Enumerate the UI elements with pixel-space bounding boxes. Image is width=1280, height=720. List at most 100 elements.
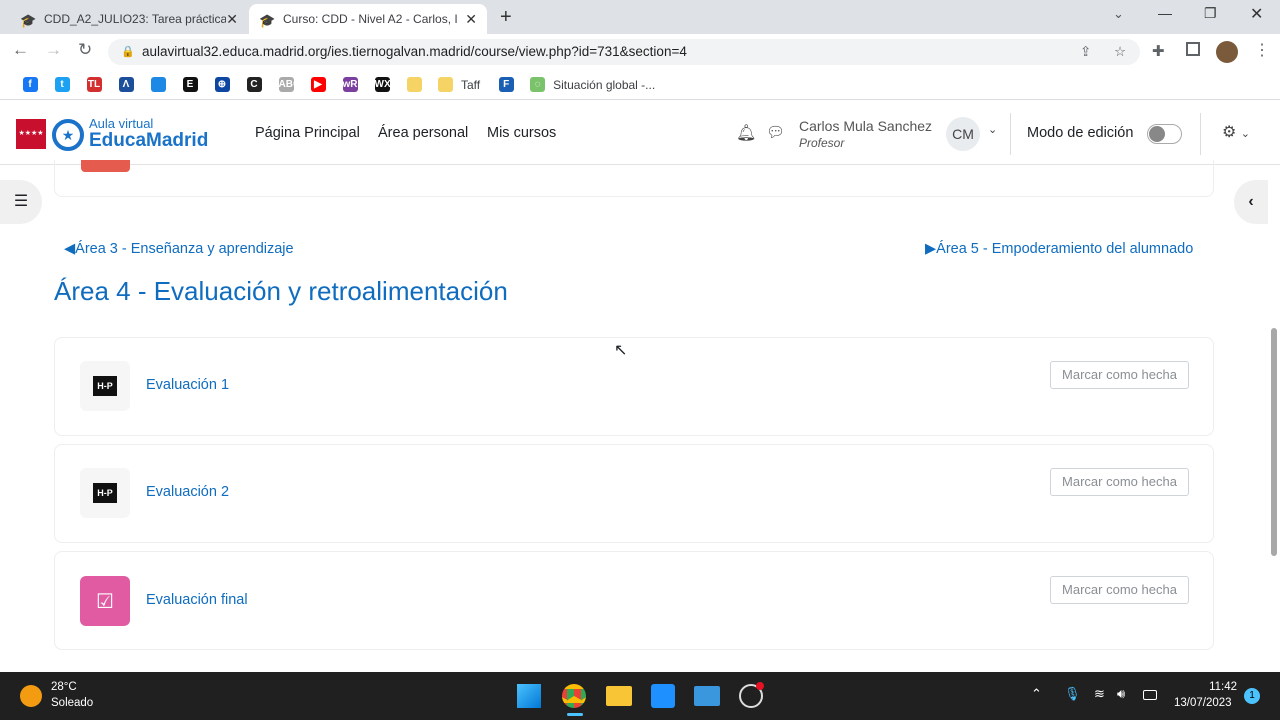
bookmark-item[interactable]: ABC: [270, 77, 302, 93]
menu-icon[interactable]: ⋮: [1254, 40, 1270, 60]
bookmark-item[interactable]: wR: [334, 77, 366, 93]
volume-icon[interactable]: 🔊︎: [1117, 686, 1125, 702]
wifi-icon[interactable]: ≋: [1094, 686, 1105, 702]
store-icon[interactable]: [651, 684, 675, 708]
address-bar[interactable]: 🔒 aulavirtual32.educa.madrid.org/ies.tie…: [108, 39, 1140, 65]
clock-date[interactable]: 13/07/2023: [1174, 697, 1232, 709]
bookmark-item[interactable]: Λ: [110, 77, 142, 93]
next-section-link[interactable]: ▶Área 5 - Empoderamiento del alumnado: [925, 241, 1193, 257]
bookmark-item[interactable]: C: [238, 77, 270, 93]
bookmark-favicon-icon: wR: [342, 77, 358, 92]
moodle-cap-icon: 🎓: [20, 13, 37, 28]
comunidad-madrid-logo: ★★★★: [16, 119, 46, 149]
share-icon[interactable]: ⇪: [1080, 39, 1091, 65]
bookmark-favicon-icon: E: [182, 77, 198, 92]
bookmark-item[interactable]: ◌ Situación global -...: [522, 77, 665, 93]
user-avatar[interactable]: CM: [946, 117, 980, 151]
close-window-button[interactable]: ✕: [1250, 4, 1263, 24]
bookmark-item[interactable]: E: [174, 77, 206, 93]
windows-start-icon[interactable]: [517, 684, 541, 708]
bookmark-favicon-icon: [438, 77, 453, 92]
activity-link[interactable]: Evaluación 2: [146, 484, 229, 500]
course-index-toggle-icon[interactable]: ☰: [0, 180, 42, 224]
notifications-bell-icon[interactable]: 🔔︎: [736, 123, 756, 143]
notification-badge[interactable]: 1: [1244, 688, 1260, 704]
recording-badge: [756, 682, 764, 690]
bookmark-item[interactable]: t: [46, 77, 78, 93]
h5p-icon: H-P: [80, 361, 130, 411]
battery-icon[interactable]: [1143, 690, 1157, 700]
divider: [1010, 113, 1011, 155]
lock-icon: 🔒: [121, 46, 135, 58]
bookmark-favicon-icon: [406, 77, 422, 92]
weather-text[interactable]: Soleado: [51, 697, 93, 709]
bookmark-favicon-icon: [150, 77, 166, 92]
settings-gear-icon[interactable]: ⚙︎ ⌄: [1222, 122, 1250, 142]
clock-time[interactable]: 11:42: [1207, 681, 1237, 693]
bookmark-item[interactable]: ⊕: [206, 77, 238, 93]
bookmark-item[interactable]: f: [14, 77, 46, 93]
bookmark-item[interactable]: [142, 77, 174, 93]
bookmark-item[interactable]: ▶: [302, 77, 334, 93]
bookmark-star-icon[interactable]: ☆: [1114, 39, 1126, 65]
mark-done-button[interactable]: Marcar como hecha: [1050, 468, 1189, 496]
tab-curso[interactable]: 🎓 Curso: CDD - Nivel A2 - Carlos, I ✕: [249, 4, 487, 34]
educamadrid-star-icon: ★: [52, 119, 84, 151]
bookmark-label: Situación global -...: [553, 77, 656, 92]
tab-search-icon[interactable]: ⌄: [1113, 6, 1124, 22]
back-icon[interactable]: ←: [12, 40, 29, 60]
chrome-icon[interactable]: [562, 684, 586, 708]
bookmark-favicon-icon: ABC: [278, 77, 301, 92]
section-title: Área 4 - Evaluación y retroalimentación: [54, 276, 508, 306]
assignment-icon: ☑: [80, 576, 130, 626]
bookmark-favicon-icon: t: [54, 77, 70, 92]
microphone-icon[interactable]: 🎙︎: [1064, 686, 1081, 702]
nav-area-personal[interactable]: Área personal: [378, 125, 468, 141]
bookmark-favicon-icon: F: [498, 77, 514, 92]
temperature[interactable]: 28°C: [51, 681, 77, 693]
site-navbar: ★★★★ ★ Aula virtual EducaMadrid 🔔︎ 💬︎ Ca…: [0, 101, 1280, 165]
bookmark-item[interactable]: TL: [78, 77, 110, 93]
reload-icon[interactable]: ↻: [78, 40, 92, 60]
bookmark-label: Taff: [461, 77, 481, 92]
activity-link[interactable]: Evaluación 1: [146, 377, 229, 393]
moodle-cap-icon: 🎓: [259, 13, 276, 28]
minimize-button[interactable]: —: [1158, 5, 1172, 21]
show-hidden-icons-chevron[interactable]: ⌃: [1031, 686, 1042, 702]
restore-button[interactable]: ❐: [1204, 5, 1217, 22]
activity-link[interactable]: Evaluación final: [146, 592, 248, 608]
bookmark-favicon-icon: ◌: [530, 77, 546, 92]
forward-icon[interactable]: →: [45, 40, 62, 60]
nav-mis-cursos[interactable]: Mis cursos: [487, 125, 556, 141]
edit-mode-label: Modo de edición: [1027, 125, 1134, 141]
close-tab-icon[interactable]: ✕: [226, 11, 238, 28]
messages-icon[interactable]: 💬︎: [766, 123, 785, 141]
bookmark-item[interactable]: Taff: [430, 77, 490, 93]
windows-taskbar: 28°C Soleado ⌃ 🎙︎ ≋ 🔊︎ 11:42 13/07/2023 …: [0, 672, 1280, 720]
edit-mode-toggle[interactable]: [1147, 124, 1182, 144]
bookmark-item[interactable]: [398, 77, 430, 93]
bookmark-item[interactable]: F: [490, 77, 522, 93]
mail-icon[interactable]: [694, 686, 720, 706]
bookmark-item[interactable]: WX: [366, 77, 398, 93]
divider: [1200, 113, 1201, 155]
sun-weather-icon[interactable]: [20, 685, 42, 707]
mark-done-button[interactable]: Marcar como hecha: [1050, 576, 1189, 604]
extensions-icon[interactable]: ✚: [1152, 42, 1165, 60]
logo-title[interactable]: EducaMadrid: [89, 130, 208, 152]
bookmark-favicon-icon: Λ: [118, 77, 134, 92]
mark-done-button[interactable]: Marcar como hecha: [1050, 361, 1189, 389]
side-panel-icon[interactable]: [1186, 42, 1200, 56]
previous-card: [54, 160, 1214, 197]
mouse-cursor-icon: ↖: [614, 342, 628, 359]
close-tab-icon[interactable]: ✕: [465, 11, 477, 28]
tab-tarea-practica[interactable]: 🎓 CDD_A2_JULIO23: Tarea práctica ✕: [10, 4, 248, 34]
user-menu-chevron-icon[interactable]: ⌄: [988, 123, 997, 136]
scrollbar-thumb[interactable]: [1271, 328, 1277, 556]
prev-section-link[interactable]: ◀Área 3 - Enseñanza y aprendizaje: [64, 241, 294, 257]
nav-pagina-principal[interactable]: Página Principal: [255, 125, 360, 141]
profile-avatar[interactable]: [1216, 41, 1238, 63]
user-name[interactable]: Carlos Mula Sanchez: [799, 118, 932, 134]
new-tab-button[interactable]: +: [500, 6, 512, 29]
file-explorer-icon[interactable]: [606, 686, 632, 706]
